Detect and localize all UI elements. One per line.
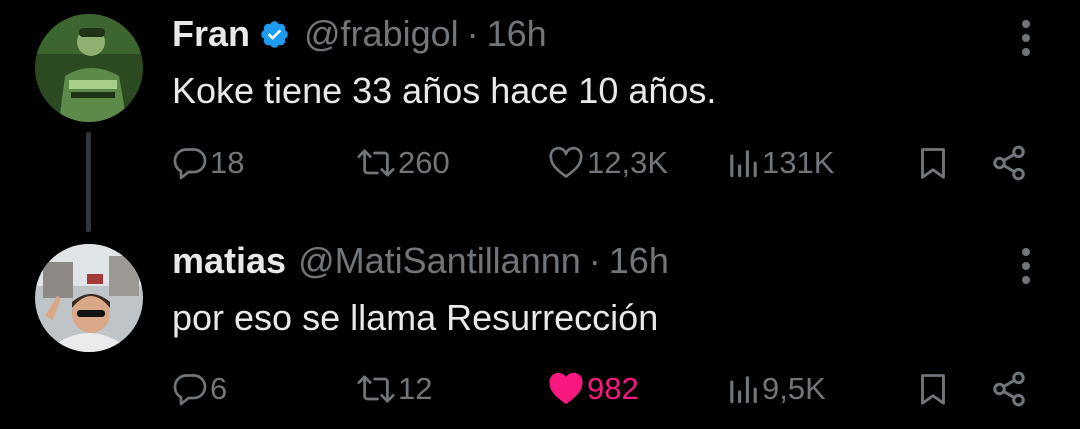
reply-button[interactable]: 6 <box>172 367 227 411</box>
action-bar: 18 260 12,3K 131K <box>172 141 1040 185</box>
views-button[interactable]: 131K <box>726 141 834 185</box>
bookmark-icon <box>921 148 945 179</box>
tweet[interactable]: Fran @frabigol · 16h Koke tiene 33 años … <box>0 0 1080 232</box>
handle[interactable]: @MatiSantillannn <box>298 240 581 282</box>
like-filled-icon <box>549 372 583 404</box>
reply-icon <box>173 374 207 406</box>
retweet-button[interactable]: 260 <box>356 141 450 185</box>
tweet-header: Fran @frabigol · 16h <box>172 12 547 56</box>
display-name[interactable]: Fran <box>172 13 250 55</box>
retweet-count: 12 <box>398 371 433 406</box>
tweet-header: matias @MatiSantillannn · 16h <box>172 239 669 283</box>
reply-count: 6 <box>210 371 228 406</box>
timestamp[interactable]: 16h <box>487 13 547 55</box>
like-button[interactable]: 982 <box>547 367 639 411</box>
display-name[interactable]: matias <box>172 240 286 282</box>
share-icon <box>993 145 1025 181</box>
views-count: 9,5K <box>762 371 826 406</box>
bookmark-icon <box>921 374 945 405</box>
verified-badge-icon <box>259 19 290 50</box>
reply-icon <box>173 148 207 180</box>
share-button[interactable] <box>990 141 1028 185</box>
tweet-text: Koke tiene 33 años hace 10 años. <box>172 70 717 111</box>
bookmark-button[interactable] <box>915 367 951 411</box>
tweet[interactable]: matias @MatiSantillannn · 16h por eso se… <box>0 222 1080 429</box>
views-icon <box>730 376 757 404</box>
like-count: 982 <box>587 371 639 406</box>
views-icon <box>730 150 757 178</box>
share-icon <box>993 371 1025 407</box>
reply-button[interactable]: 18 <box>172 141 244 185</box>
avatar[interactable] <box>35 244 143 352</box>
retweet-count: 260 <box>398 145 450 180</box>
separator-dot: · <box>588 240 601 281</box>
views-button[interactable]: 9,5K <box>726 367 826 411</box>
views-count: 131K <box>762 145 835 180</box>
handle[interactable]: @frabigol <box>304 13 459 55</box>
retweet-icon <box>357 375 395 403</box>
timestamp[interactable]: 16h <box>609 240 669 282</box>
separator-dot: · <box>466 13 479 54</box>
share-button[interactable] <box>990 367 1028 411</box>
reply-count: 18 <box>210 145 245 180</box>
bookmark-button[interactable] <box>915 141 951 185</box>
more-options-icon[interactable] <box>1018 20 1034 56</box>
like-icon <box>549 146 583 178</box>
retweet-icon <box>357 149 395 177</box>
like-count: 12,3K <box>587 145 669 180</box>
like-button[interactable]: 12,3K <box>547 141 668 185</box>
tweet-text: por eso se llama Resurrección <box>172 297 659 338</box>
action-bar: 6 12 982 9,5K <box>172 367 1040 411</box>
thread-line <box>86 132 91 232</box>
retweet-button[interactable]: 12 <box>356 367 432 411</box>
more-options-icon[interactable] <box>1018 248 1034 284</box>
avatar[interactable] <box>35 14 143 122</box>
